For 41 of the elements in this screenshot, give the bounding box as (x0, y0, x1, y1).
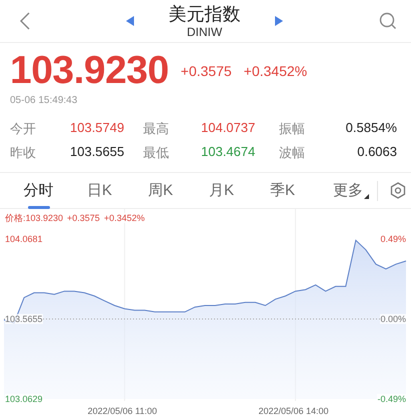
stat-label: 最低 (143, 144, 170, 162)
axis-label: 104.0681 (5, 234, 43, 244)
stat-value: 103.5655 (70, 144, 126, 161)
search-icon[interactable] (379, 12, 397, 30)
chart-tab[interactable]: 分时 (8, 172, 69, 208)
time-axis-label: 2022/05/06 14:00 (258, 406, 329, 416)
stat-label: 振幅 (279, 120, 306, 138)
chart-tab[interactable]: 周K (130, 172, 191, 208)
current-price: 103.9230 (10, 49, 169, 93)
chart-tab[interactable]: 月K (191, 172, 252, 208)
stat-value: 103.4674 (201, 144, 256, 161)
price-change-percent: +0.3452% (244, 63, 308, 79)
price-change: +0.3575 (180, 63, 232, 79)
stat-label: 最高 (143, 120, 170, 138)
time-axis-label: 2022/05/06 11:00 (88, 406, 157, 416)
stat-value: 103.5749 (70, 120, 126, 137)
axis-label: 103.5655 (5, 314, 43, 324)
stat-label: 今开 (10, 120, 37, 138)
stat-value: 0.5854% (344, 120, 397, 137)
previous-icon[interactable] (126, 16, 134, 26)
page-title: 美元指数 (168, 3, 240, 25)
axis-label: 0.49% (380, 234, 406, 244)
back-icon[interactable] (20, 12, 30, 30)
price-readout-change: +0.3575 (67, 213, 100, 223)
more-menu[interactable]: 更多 (333, 172, 369, 208)
next-icon[interactable] (274, 16, 283, 26)
settings-icon[interactable] (390, 182, 406, 199)
caret-icon (364, 194, 369, 198)
stat-value: 0.6063 (356, 144, 397, 161)
stat-value: 104.0737 (201, 120, 256, 137)
chart-tab[interactable]: 季K (252, 172, 313, 208)
stat-label: 波幅 (279, 144, 306, 162)
stat-label: 昨收 (10, 144, 37, 162)
price-readout: 价格:103.9230 (5, 213, 64, 223)
price-readout-percent: +0.3452% (104, 213, 145, 223)
axis-label: 0.00% (380, 314, 406, 324)
axis-label: -0.49% (377, 394, 406, 404)
symbol-code: DINIW (186, 25, 222, 39)
quote-time: 05-06 15:49:43 (10, 95, 78, 106)
chart-tab[interactable]: 日K (69, 172, 130, 208)
axis-label: 103.0629 (5, 394, 43, 404)
